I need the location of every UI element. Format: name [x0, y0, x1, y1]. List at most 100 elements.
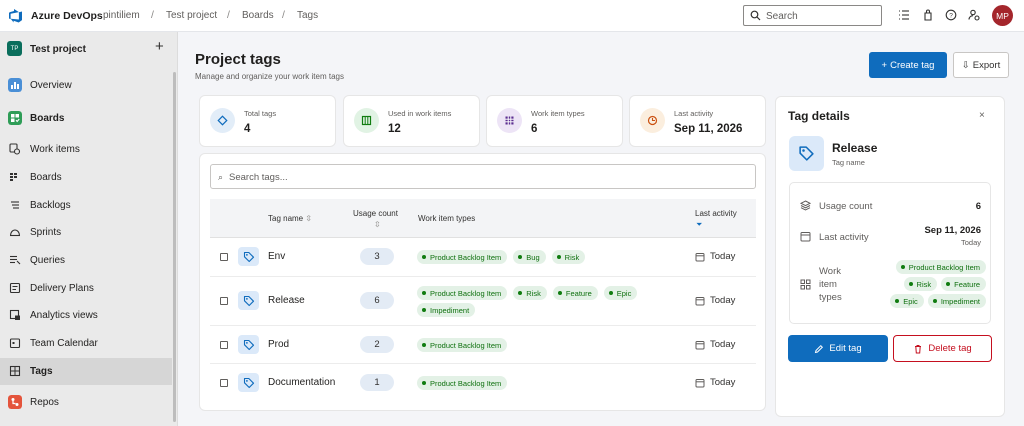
breadcrumb-project[interactable]: Test project [166, 10, 217, 21]
tag-icon [238, 335, 259, 354]
boards-icon [10, 173, 17, 181]
row-checkbox[interactable] [220, 297, 228, 305]
table-row[interactable]: Release 6 Product Backlog Item Risk Feature E… [210, 277, 756, 326]
project-badge: TP [7, 41, 22, 56]
layers-icon [800, 200, 811, 211]
tag-icon [238, 373, 259, 392]
sidebar-item-analytics-views[interactable]: Analytics views [0, 302, 172, 329]
calendar-icon [695, 340, 705, 349]
tag-name[interactable]: Release [268, 295, 305, 306]
table-row[interactable]: Prod 2 Product Backlog Item Today [210, 326, 756, 364]
tag-name[interactable]: Documentation [268, 377, 335, 388]
work-item-type-chip: Epic [603, 286, 638, 300]
grid-icon [800, 279, 811, 290]
help-icon[interactable]: ? [944, 8, 958, 22]
marketplace-bag-icon[interactable] [921, 8, 935, 22]
column-header-work-item-types: Work item types [418, 214, 476, 223]
work-item-type-chip: Product Backlog Item [895, 260, 986, 274]
last-activity-relative: Today [960, 238, 981, 247]
column-header-last-activity[interactable]: Last activity [695, 209, 737, 218]
work-item-type-chip: Risk [903, 277, 938, 291]
table-header: Tag name ⇳ Usage count ⇳ Work item types… [210, 199, 756, 238]
page-title: Project tags [195, 51, 281, 68]
export-button[interactable]: ⇩ Export [953, 52, 1009, 78]
table-row[interactable]: Env 3 Product Backlog Item Bug Risk Today [210, 238, 756, 277]
stat-label: Total tags [244, 109, 277, 118]
sidebar-item-work-items[interactable]: Work items [0, 136, 172, 163]
last-activity: Today [695, 295, 735, 306]
table-row[interactable]: Documentation 1 Product Backlog Item Today [210, 364, 756, 402]
work-item-type-chip: Risk [551, 250, 586, 264]
row-checkbox[interactable] [220, 341, 228, 349]
task-list-icon[interactable] [897, 8, 911, 22]
work-item-type-chip: Product Backlog Item [417, 286, 508, 300]
azure-devops-logo[interactable] [9, 9, 23, 23]
edit-tag-label: Edit tag [829, 343, 862, 354]
sidebar-item-label: Queries [30, 255, 66, 266]
last-activity: Today [695, 377, 735, 388]
sidebar-item-sprints[interactable]: Sprints [0, 219, 172, 246]
tag-name[interactable]: Prod [268, 339, 289, 350]
stat-card-used-in-work-items: Used in work items 12 [343, 95, 480, 147]
stat-value: 6 [531, 123, 538, 135]
tags-grid-icon [9, 365, 21, 377]
breadcrumb-tags[interactable]: Tags [297, 10, 318, 21]
boards-hub-icon [8, 111, 22, 125]
tag-search-input[interactable]: ⌕ Search tags... [210, 164, 756, 189]
delete-tag-button[interactable]: Delete tag [893, 335, 992, 362]
user-avatar[interactable]: MP [992, 5, 1013, 26]
last-activity: Today [695, 251, 735, 262]
work-item-type-chip: Feature [941, 277, 986, 291]
last-activity-value: Sep 11, 2026 [924, 225, 981, 236]
edit-tag-button[interactable]: Edit tag [788, 335, 888, 362]
trash-icon [915, 344, 922, 353]
download-icon: ⇩ [961, 59, 970, 71]
work-item-type-chip: Risk [513, 286, 547, 300]
tag-name[interactable]: Env [268, 251, 285, 262]
project-header[interactable]: TP Test project + [0, 32, 178, 66]
sidebar-scrollbar[interactable] [173, 72, 176, 422]
sidebar-item-boards[interactable]: Boards [0, 164, 172, 191]
work-item-types-label: item [819, 279, 837, 290]
sidebar-item-tags[interactable]: Tags [0, 358, 172, 385]
column-header-usage-count[interactable]: Usage count [353, 209, 398, 218]
work-item-type-chip: Feature [552, 286, 598, 300]
sidebar-item-label: Sprints [30, 227, 62, 238]
sidebar-item-repos[interactable]: Repos [0, 389, 172, 416]
sidebar-item-queries[interactable]: Queries [0, 247, 172, 274]
work-item-types-chips: Product Backlog Item Risk Feature Epic Imped… [866, 260, 986, 308]
breadcrumb-organization[interactable]: pintiliem [103, 10, 140, 21]
column-header-tag-name[interactable]: Tag name ⇳ [268, 214, 312, 223]
sprints-icon [9, 229, 21, 237]
usage-count-badge: 2 [360, 336, 394, 353]
user-settings-icon[interactable] [967, 8, 981, 22]
create-tag-button[interactable]: + Create tag [869, 52, 947, 78]
delete-tag-label: Delete tag [928, 343, 972, 354]
sidebar-item-backlogs[interactable]: Backlogs [0, 192, 172, 219]
sidebar-item-team-calendar[interactable]: Team Calendar [0, 330, 172, 357]
sidebar-item-label: Tags [30, 366, 53, 377]
queries-icon [10, 255, 21, 265]
calendar-icon [695, 378, 705, 387]
sidebar-item-overview[interactable]: Overview [0, 72, 172, 99]
create-tag-label: Create tag [890, 59, 935, 71]
work-item-types-chips: Product Backlog Item Risk Feature Epic Imped… [417, 286, 677, 317]
delivery-plans-icon [9, 282, 21, 294]
brand-name[interactable]: Azure DevOps [31, 10, 103, 22]
tag-icon [238, 247, 259, 266]
global-search-input[interactable]: Search [743, 5, 882, 26]
row-checkbox[interactable] [220, 379, 228, 387]
add-button[interactable]: + [155, 38, 164, 55]
sidebar-item-label: Work items [30, 144, 80, 155]
sidebar-item-delivery-plans[interactable]: Delivery Plans [0, 275, 172, 302]
sidebar-item-boards-hub[interactable]: Boards [0, 105, 172, 132]
stat-card-total-tags: Total tags 4 [199, 95, 336, 147]
sidebar-item-label: Analytics views [30, 310, 98, 321]
row-checkbox[interactable] [220, 253, 228, 261]
breadcrumb-boards[interactable]: Boards [242, 10, 274, 21]
close-icon[interactable]: × [979, 110, 985, 121]
work-item-type-chip: Product Backlog Item [417, 338, 508, 352]
grid-icon [497, 108, 522, 133]
search-icon: ⌕ [218, 172, 224, 182]
calendar-icon [9, 338, 21, 349]
